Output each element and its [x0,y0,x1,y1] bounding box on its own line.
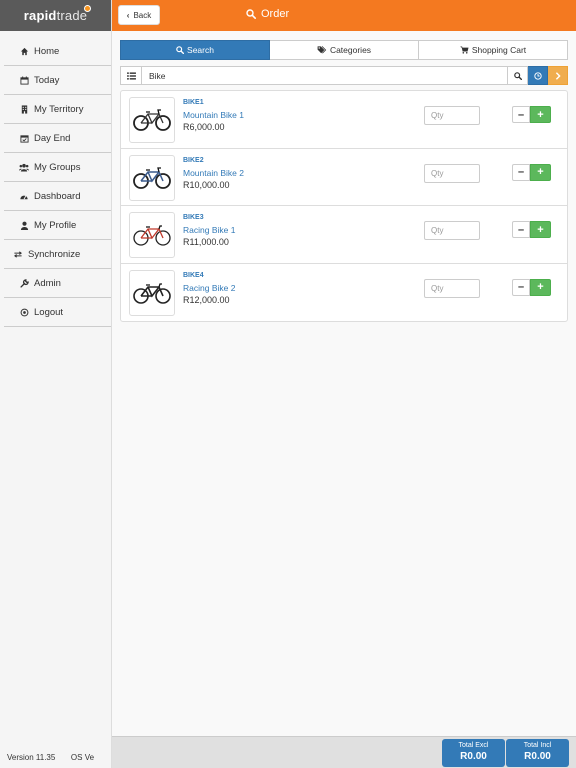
clock-icon [533,71,542,80]
list-icon [126,71,136,80]
qty-input[interactable] [424,278,480,298]
search-icon [246,9,256,19]
building-icon [19,104,29,114]
total-incl-value: R0.00 [524,751,551,762]
app-logo: rapidtrade [23,8,88,23]
history-button[interactable] [528,66,548,85]
calendar-icon [19,75,29,85]
home-icon [19,46,29,56]
chevron-right-icon [555,71,561,80]
tags-icon [317,46,327,54]
bicycle-icon [133,109,171,131]
product-image[interactable] [129,212,175,258]
main-content: Search Categories Shopping Cart Bike BIK… [112,31,576,736]
dashboard-icon [19,191,29,201]
cart-icon [460,46,469,54]
total-excl-label: Total Excl [458,742,489,749]
product-description[interactable]: Mountain Bike 2 [183,168,244,178]
back-button[interactable]: ‹ Back [118,5,160,25]
tab-search[interactable]: Search [120,40,270,60]
sidebar-item-home[interactable]: Home [4,37,111,66]
app-header: ‹ Back Order [112,0,576,31]
list-item: BIKE3 Racing Bike 1 R11,000.00 – + [121,206,567,264]
tab-categories[interactable]: Categories [270,40,419,60]
product-image[interactable] [129,269,175,316]
total-excl-panel[interactable]: Total Excl R0.00 [442,739,505,767]
sidebar-item-logout[interactable]: Logout [4,298,111,327]
product-list: BIKE1 Mountain Bike 1 R6,000.00 – + BIKE… [120,90,568,322]
product-price: R6,000.00 [183,122,225,132]
sidebar-item-synchronize[interactable]: Synchronize [4,240,111,269]
qty-input[interactable] [424,163,480,183]
total-incl-panel[interactable]: Total Incl R0.00 [506,739,569,767]
product-code[interactable]: BIKE2 [183,157,204,164]
product-code[interactable]: BIKE1 [183,99,204,106]
order-tabs: Search Categories Shopping Cart [120,40,568,60]
qty-input[interactable] [424,106,480,125]
decrease-qty-button[interactable]: – [512,163,530,181]
sidebar-item-day-end[interactable]: Day End [4,124,111,153]
version-label: Version 11.35 [7,753,56,762]
search-button[interactable] [508,66,528,85]
calendar-check-icon [19,133,29,143]
qty-input[interactable] [424,221,480,240]
product-image[interactable] [129,97,175,143]
product-price: R11,000.00 [183,237,229,247]
decrease-qty-button[interactable]: – [512,106,530,123]
list-item: BIKE4 Racing Bike 2 R12,000.00 – + [121,264,567,322]
users-icon [19,162,29,172]
bicycle-icon [133,282,171,304]
search-icon [513,71,522,80]
bicycle-icon [133,225,171,246]
bicycle-icon [133,166,171,189]
product-price: R12,000.00 [183,294,230,305]
product-image[interactable] [129,154,175,201]
decrease-qty-button[interactable]: – [512,278,530,296]
power-icon [19,307,29,317]
product-code[interactable]: BIKE3 [183,214,204,221]
wrench-icon [19,278,29,288]
product-description[interactable]: Racing Bike 2 [183,283,235,293]
total-incl-label: Total Incl [523,742,552,749]
increase-qty-button[interactable]: + [530,221,551,238]
os-version-label: OS Ve [70,753,95,762]
page-title: Order [246,8,289,20]
chevron-left-icon: ‹ [126,10,130,20]
totals-footer: Total Excl R0.00 Total Incl R0.00 [112,736,576,768]
product-description[interactable]: Mountain Bike 1 [183,110,244,120]
next-button[interactable] [548,66,568,85]
sidebar-item-dashboard[interactable]: Dashboard [4,182,111,211]
total-excl-value: R0.00 [460,751,487,762]
sidebar-item-today[interactable]: Today [4,66,111,95]
sidebar: rapidtrade Home Today My Territory Day E… [0,0,112,768]
tab-shopping-cart[interactable]: Shopping Cart [419,40,568,60]
list-view-button[interactable] [120,66,142,85]
increase-qty-button[interactable]: + [530,278,551,296]
search-bar [120,66,568,85]
logo-dot-icon [84,5,91,12]
increase-qty-button[interactable]: + [530,163,551,181]
version-info: Version 11.35 OS Ve [7,753,112,762]
sidebar-item-my-territory[interactable]: My Territory [4,95,111,124]
user-icon [19,220,29,230]
search-icon [176,46,185,54]
increase-qty-button[interactable]: + [530,106,551,123]
sidebar-item-my-profile[interactable]: My Profile [4,211,111,240]
logo-bar: rapidtrade [0,0,111,31]
search-input[interactable] [142,66,508,85]
product-code[interactable]: BIKE4 [183,272,204,279]
sidebar-item-admin[interactable]: Admin [4,269,111,298]
list-item: BIKE2 Mountain Bike 2 R10,000.00 – + [121,149,567,206]
list-item: BIKE1 Mountain Bike 1 R6,000.00 – + [121,91,567,149]
exchange-icon [13,249,23,259]
product-description[interactable]: Racing Bike 1 [183,225,235,235]
sidebar-item-my-groups[interactable]: My Groups [4,153,111,182]
decrease-qty-button[interactable]: – [512,221,530,238]
product-price: R10,000.00 [183,179,230,190]
sidebar-nav: Home Today My Territory Day End My Group… [0,37,111,327]
